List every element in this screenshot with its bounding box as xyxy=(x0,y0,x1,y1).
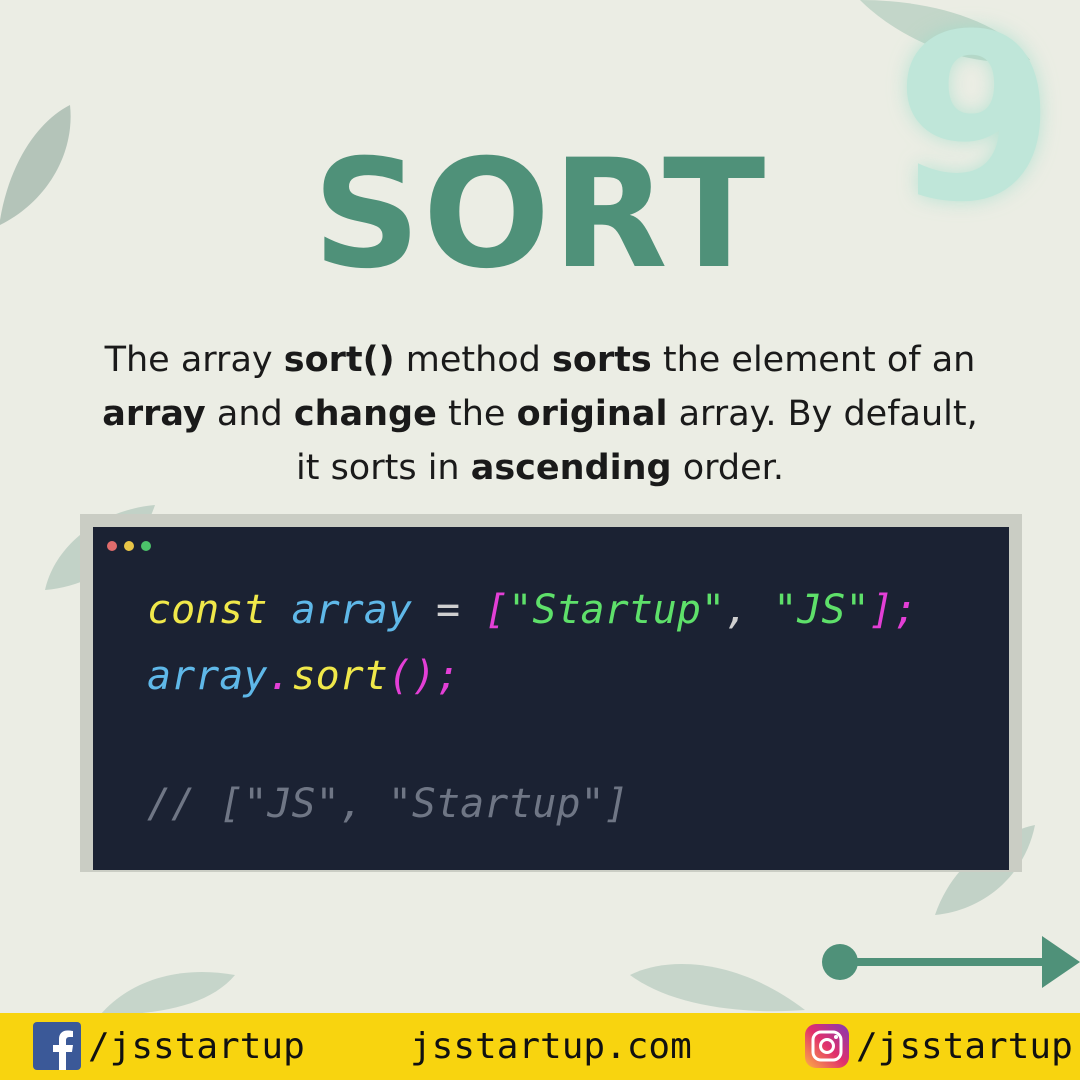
code-token: , xyxy=(725,587,774,633)
code-token: // ["JS", "Startup"] xyxy=(147,781,629,827)
code-token: ] xyxy=(869,587,894,633)
code-line: array.sort(); xyxy=(147,651,460,701)
code-token: array xyxy=(291,587,412,633)
code-token: = xyxy=(411,587,485,633)
code-comment: // ["JS", "Startup"] xyxy=(147,779,629,829)
window-dot-green xyxy=(141,541,151,551)
description-text: the xyxy=(436,394,517,434)
code-token: "Startup" xyxy=(508,587,726,633)
description-text: method xyxy=(394,340,553,380)
description-keyword: sorts xyxy=(552,340,652,380)
description-keyword: original xyxy=(516,394,668,434)
description-text: the element of an xyxy=(651,340,976,380)
footer: /jsstartup jsstartup.com /jsstartup xyxy=(0,1013,1080,1080)
instagram-handle[interactable]: /jsstartup xyxy=(856,1025,1073,1069)
code-token: () xyxy=(387,653,437,699)
website-link[interactable]: jsstartup.com xyxy=(410,1025,692,1069)
leaf-decoration xyxy=(100,971,235,1015)
description: The array sort() method sorts the elemen… xyxy=(95,333,985,495)
window-dot-red xyxy=(107,541,117,551)
code-line: const array = ["Startup", "JS"]; xyxy=(147,585,918,635)
code-token: const xyxy=(147,587,268,633)
description-keyword: array xyxy=(102,394,206,434)
code-token: ; xyxy=(893,587,918,633)
code-token: . xyxy=(267,653,292,699)
code-window: const array = ["Startup", "JS"]; array.so… xyxy=(93,527,1009,870)
description-keyword: sort() xyxy=(283,340,395,380)
code-token: [ xyxy=(484,587,509,633)
description-keyword: ascending xyxy=(470,448,672,488)
code-token: "JS" xyxy=(773,587,870,633)
description-text: order. xyxy=(671,448,784,488)
code-token: sort xyxy=(291,653,388,699)
page-title: SORT xyxy=(312,128,768,302)
code-token: ; xyxy=(436,653,461,699)
instagram-icon[interactable] xyxy=(805,1024,849,1068)
facebook-handle[interactable]: /jsstartup xyxy=(88,1025,305,1069)
arrow-right-icon[interactable] xyxy=(820,932,1080,992)
description-text: and xyxy=(205,394,294,434)
window-dot-yellow xyxy=(124,541,134,551)
description-keyword: change xyxy=(293,394,437,434)
leaf-decoration xyxy=(630,964,805,1012)
code-token: array xyxy=(147,653,268,699)
facebook-icon[interactable] xyxy=(33,1022,81,1070)
description-text: The array xyxy=(104,340,284,380)
